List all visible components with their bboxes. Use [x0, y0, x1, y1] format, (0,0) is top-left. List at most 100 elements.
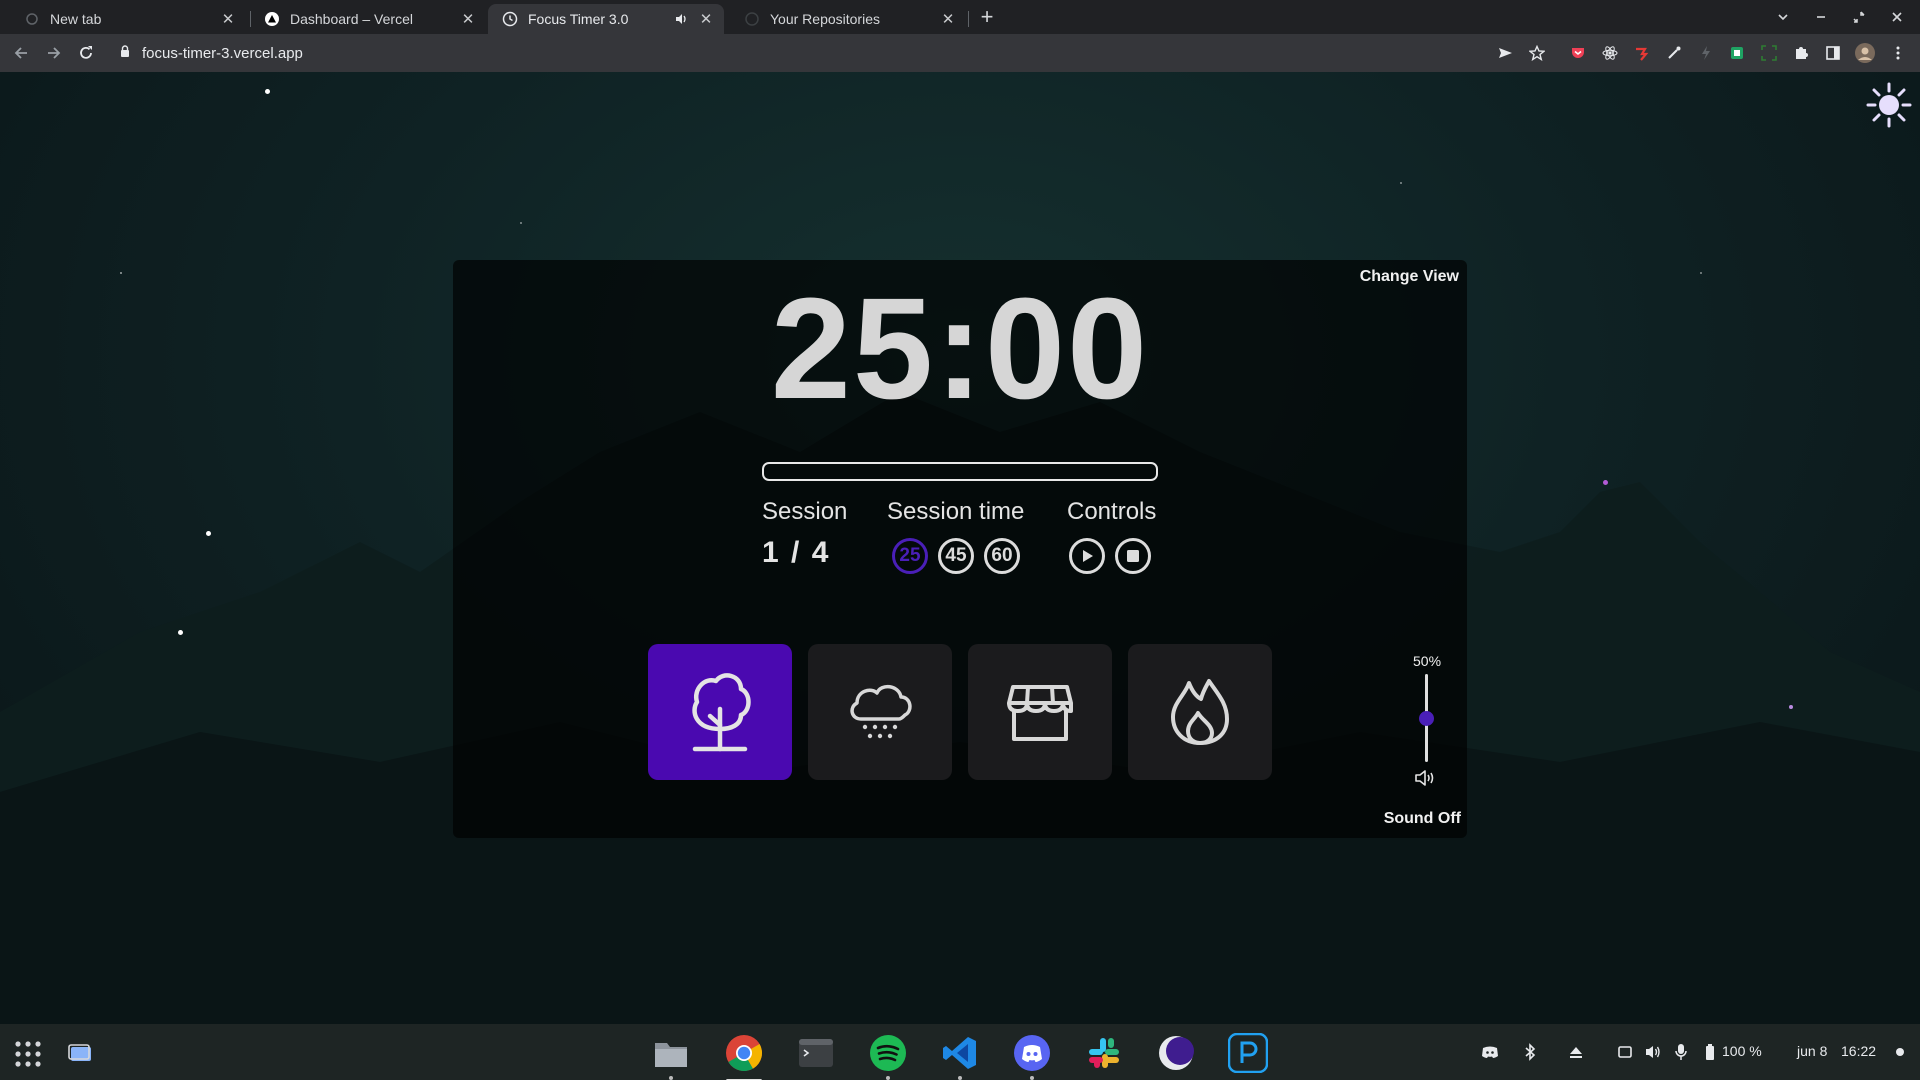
extension-red-icon[interactable]: [1632, 43, 1652, 63]
discord-app-icon[interactable]: [1011, 1032, 1053, 1080]
tab-search-icon[interactable]: [1772, 6, 1794, 28]
close-icon[interactable]: ✕: [220, 11, 236, 28]
tab-title: Focus Timer 3.0: [528, 11, 629, 27]
star: [1789, 705, 1793, 709]
star: [206, 531, 211, 536]
back-icon[interactable]: [10, 42, 32, 64]
date-text[interactable]: jun 8: [1797, 1043, 1827, 1059]
color-picker-icon[interactable]: [1664, 43, 1684, 63]
files-app-icon[interactable]: [650, 1032, 692, 1080]
close-icon[interactable]: ✕: [698, 11, 714, 28]
slack-app-icon[interactable]: [1083, 1032, 1125, 1074]
close-window-icon[interactable]: [1886, 6, 1908, 28]
star: [1603, 480, 1608, 485]
tab-title: New tab: [50, 11, 102, 27]
rain-sound-button[interactable]: [808, 644, 952, 780]
react-devtools-icon[interactable]: [1600, 43, 1620, 63]
stop-icon: [1127, 550, 1139, 562]
volume-percent: 50%: [1413, 653, 1442, 669]
new-tab-icon: [24, 11, 40, 27]
forward-icon[interactable]: [43, 42, 65, 64]
address-bar[interactable]: focus-timer-3.vercel.app: [108, 38, 1548, 68]
github-icon: [744, 11, 760, 27]
star: [1700, 272, 1702, 274]
progress-bar: [762, 462, 1158, 481]
volume-tray-icon[interactable]: [1643, 1042, 1663, 1062]
running-indicator: [886, 1076, 890, 1080]
screenshot-icon[interactable]: [1759, 43, 1779, 63]
star: [520, 222, 522, 224]
play-button[interactable]: [1069, 538, 1105, 574]
discord-tray-icon[interactable]: [1480, 1042, 1500, 1062]
new-tab-button[interactable]: +: [975, 4, 999, 29]
battery-percent: 100 %: [1722, 1043, 1762, 1059]
volume-icon[interactable]: [1414, 768, 1438, 793]
preset-25-button[interactable]: 25: [892, 538, 928, 574]
vercel-icon: [264, 11, 280, 27]
close-icon[interactable]: ✕: [940, 11, 956, 28]
star: [265, 89, 270, 94]
play-icon: [1083, 550, 1093, 562]
tab-dashboard-vercel[interactable]: Dashboard – Vercel ✕: [250, 4, 486, 34]
session-time-label: Session time: [887, 498, 1025, 525]
tab-your-repositories[interactable]: Your Repositories ✕: [730, 4, 966, 34]
overview-icon[interactable]: [68, 1043, 92, 1068]
speaker-icon[interactable]: [674, 12, 688, 26]
terminal-app-icon[interactable]: [795, 1032, 837, 1074]
menu-kebab-icon[interactable]: [1888, 43, 1908, 63]
sound-off-button[interactable]: Sound Off: [1384, 810, 1461, 828]
battery-icon: [1700, 1042, 1720, 1062]
pycharm-app-icon[interactable]: [1227, 1032, 1269, 1074]
fireplace-sound-button[interactable]: [1128, 644, 1272, 780]
clock-text[interactable]: 16:22: [1841, 1043, 1876, 1059]
screen-capture-icon[interactable]: [1615, 1042, 1635, 1062]
notification-dot-icon[interactable]: [1890, 1042, 1910, 1062]
page-viewport: Change View 25:00 Session 1 / 4 Session …: [0, 72, 1920, 1024]
eclipse-app-icon[interactable]: [1155, 1032, 1197, 1074]
running-indicator: [958, 1076, 962, 1080]
minimize-icon[interactable]: [1810, 6, 1832, 28]
volume-slider-thumb[interactable]: [1419, 711, 1434, 726]
pocket-icon[interactable]: [1568, 43, 1588, 63]
chrome-app-icon[interactable]: [723, 1032, 765, 1080]
browser-toolbar: focus-timer-3.vercel.app: [0, 34, 1920, 72]
reload-icon[interactable]: [75, 42, 97, 64]
url-text: focus-timer-3.vercel.app: [142, 44, 303, 62]
controls-label: Controls: [1067, 498, 1157, 525]
forest-sound-button[interactable]: [648, 644, 792, 780]
side-panel-icon[interactable]: [1823, 43, 1843, 63]
coffee-shop-sound-button[interactable]: [968, 644, 1112, 780]
system-shelf: 100 % jun 8 16:22: [0, 1024, 1920, 1080]
close-icon[interactable]: ✕: [460, 11, 476, 28]
timer-display: 25:00: [770, 268, 1150, 429]
stop-button[interactable]: [1115, 538, 1151, 574]
fire-icon: [1171, 679, 1229, 745]
lock-icon: [120, 44, 130, 62]
preset-45-button[interactable]: 45: [938, 538, 974, 574]
tab-focus-timer[interactable]: Focus Timer 3.0 ✕: [488, 4, 724, 34]
tab-new-tab[interactable]: New tab ✕: [10, 4, 246, 34]
restore-icon[interactable]: [1848, 6, 1870, 28]
puzzle-icon[interactable]: [1791, 43, 1811, 63]
eject-icon[interactable]: [1566, 1042, 1586, 1062]
send-icon[interactable]: [1495, 43, 1515, 63]
running-indicator: [1030, 1076, 1034, 1080]
preset-60-button[interactable]: 60: [984, 538, 1020, 574]
tab-title: Dashboard – Vercel: [290, 11, 413, 27]
star: [120, 272, 122, 274]
storefront-icon: [1007, 685, 1073, 741]
bluetooth-icon[interactable]: [1520, 1042, 1540, 1062]
profile-avatar-icon[interactable]: [1855, 43, 1875, 63]
lightning-icon[interactable]: [1696, 43, 1716, 63]
green-extension-icon[interactable]: [1727, 43, 1747, 63]
star-icon[interactable]: [1527, 43, 1547, 63]
spotify-app-icon[interactable]: [867, 1032, 909, 1080]
launcher-icon[interactable]: [14, 1040, 42, 1073]
tab-separator: [968, 11, 969, 27]
vscode-app-icon[interactable]: [939, 1032, 981, 1080]
running-indicator: [669, 1076, 673, 1080]
sun-icon[interactable]: [1866, 82, 1912, 128]
tree-icon: [692, 673, 751, 752]
tab-title: Your Repositories: [770, 11, 880, 27]
microphone-icon[interactable]: [1671, 1042, 1691, 1062]
